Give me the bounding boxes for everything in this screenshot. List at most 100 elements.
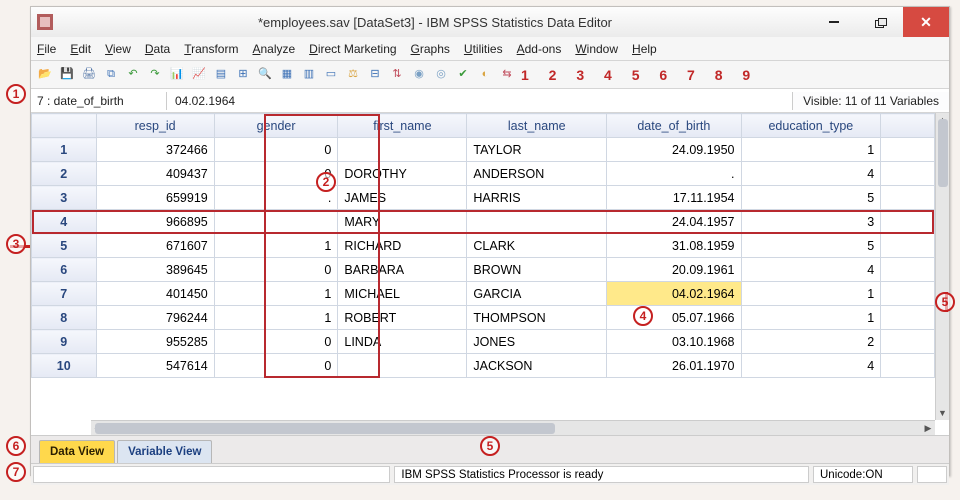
active-cell[interactable]: 04.02.1964 <box>607 282 741 306</box>
column-header-first_name[interactable]: first_name <box>338 114 467 138</box>
table-row[interactable]: 56716071RICHARDCLARK31.08.19595 <box>32 234 935 258</box>
title-bar[interactable]: *employees.sav [DataSet3] - IBM SPSS Sta… <box>31 7 949 37</box>
vertical-scrollbar[interactable]: ▲ ▼ <box>935 113 949 420</box>
table-row[interactable]: 13724660TAYLOR24.09.19501 <box>32 138 935 162</box>
data-grid[interactable]: resp_idgenderfirst_namelast_namedate_of_… <box>31 113 935 378</box>
cell-date_of_birth[interactable]: 24.09.1950 <box>607 138 741 162</box>
cell-gender[interactable]: 0 <box>214 330 338 354</box>
cell-resp_id[interactable]: 796244 <box>96 306 214 330</box>
cell-last_name[interactable]: BROWN <box>467 258 607 282</box>
cell-first_name[interactable]: BARBARA <box>338 258 467 282</box>
menu-view[interactable]: View <box>105 42 131 56</box>
goto-case-icon[interactable]: 📊 <box>169 67 185 83</box>
column-header-gender[interactable]: gender <box>214 114 338 138</box>
menu-graphs[interactable]: Graphs <box>411 42 450 56</box>
table-row[interactable]: 63896450BARBARABROWN20.09.19614 <box>32 258 935 282</box>
menu-file[interactable]: File <box>37 42 56 56</box>
cell-education_type[interactable]: 4 <box>741 162 881 186</box>
cell-gender[interactable]: 0 <box>214 138 338 162</box>
cell-last_name[interactable]: CLARK <box>467 234 607 258</box>
cell-resp_id[interactable]: 671607 <box>96 234 214 258</box>
cell-date_of_birth[interactable]: 05.07.1966 <box>607 306 741 330</box>
cell-education_type[interactable]: 2 <box>741 330 881 354</box>
horizontal-scrollbar[interactable]: ◀ ▶ <box>91 420 935 435</box>
cell-reference-value[interactable]: 04.02.1964 <box>167 92 792 110</box>
cell-reference-name[interactable]: 7 : date_of_birth <box>31 92 167 110</box>
cell-last_name[interactable]: JONES <box>467 330 607 354</box>
cell-education_type[interactable]: 1 <box>741 138 881 162</box>
select-cases-icon[interactable]: ⊟ <box>367 67 383 83</box>
minimize-button[interactable] <box>811 7 857 37</box>
menu-help[interactable]: Help <box>632 42 657 56</box>
vertical-scroll-thumb[interactable] <box>938 119 948 187</box>
cell-last_name[interactable]: ANDERSON <box>467 162 607 186</box>
cell-gender[interactable]: 1 <box>214 282 338 306</box>
cell-last_name[interactable] <box>467 210 607 234</box>
cell-first_name[interactable]: DOROTHY <box>338 162 467 186</box>
row-header[interactable]: 8 <box>32 306 97 330</box>
cell-date_of_birth[interactable]: 17.11.1954 <box>607 186 741 210</box>
close-button[interactable]: ✕ <box>903 7 949 37</box>
cell-resp_id[interactable]: 409437 <box>96 162 214 186</box>
cell-first_name[interactable] <box>338 138 467 162</box>
tab-data-view[interactable]: Data View <box>39 440 115 463</box>
cell-gender[interactable]: 0 <box>214 258 338 282</box>
menu-direct-marketing[interactable]: Direct Marketing <box>309 42 396 56</box>
table-row[interactable]: 24094370DOROTHYANDERSON.4 <box>32 162 935 186</box>
customize-toolbar-icon[interactable]: ◐ <box>477 67 493 83</box>
cell-resp_id[interactable]: 547614 <box>96 354 214 378</box>
table-row[interactable]: 105476140JACKSON26.01.19704 <box>32 354 935 378</box>
row-header[interactable]: 10 <box>32 354 97 378</box>
cell-last_name[interactable]: TAYLOR <box>467 138 607 162</box>
cell-education_type[interactable]: 1 <box>741 306 881 330</box>
value-labels-icon[interactable]: ⇅ <box>389 67 405 83</box>
goto-variable-icon[interactable]: 📈 <box>191 67 207 83</box>
column-header-last_name[interactable]: last_name <box>467 114 607 138</box>
horizontal-scroll-thumb[interactable] <box>95 423 555 434</box>
table-row[interactable]: 3659919.JAMESHARRIS17.11.19545 <box>32 186 935 210</box>
cell-date_of_birth[interactable]: 20.09.1961 <box>607 258 741 282</box>
toggle-value-labels-icon[interactable]: ⇆ <box>499 67 515 83</box>
column-header-date_of_birth[interactable]: date_of_birth <box>607 114 741 138</box>
column-header-resp_id[interactable]: resp_id <box>96 114 214 138</box>
insert-variable-icon[interactable]: ▥ <box>301 67 317 83</box>
insert-cases-icon[interactable]: ▦ <box>279 67 295 83</box>
table-row[interactable]: 4966895MARY24.04.19573 <box>32 210 935 234</box>
menu-analyze[interactable]: Analyze <box>252 42 295 56</box>
cell-date_of_birth[interactable]: . <box>607 162 741 186</box>
cell-education_type[interactable]: 3 <box>741 210 881 234</box>
menu-add-ons[interactable]: Add-ons <box>517 42 562 56</box>
menu-window[interactable]: Window <box>575 42 618 56</box>
cell-first_name[interactable] <box>338 354 467 378</box>
tab-variable-view[interactable]: Variable View <box>117 440 212 463</box>
cell-last_name[interactable]: JACKSON <box>467 354 607 378</box>
cell-last_name[interactable]: THOMPSON <box>467 306 607 330</box>
row-header[interactable]: 1 <box>32 138 97 162</box>
cell-education_type[interactable]: 4 <box>741 354 881 378</box>
cell-first_name[interactable]: ROBERT <box>338 306 467 330</box>
maximize-button[interactable] <box>857 7 903 37</box>
spell-check-icon[interactable]: ✔ <box>455 67 471 83</box>
find-icon[interactable]: 🔍 <box>257 67 273 83</box>
row-header[interactable]: 9 <box>32 330 97 354</box>
cell-gender[interactable]: 1 <box>214 306 338 330</box>
cell-last_name[interactable]: GARCIA <box>467 282 607 306</box>
table-row[interactable]: 74014501MICHAELGARCIA04.02.19641 <box>32 282 935 306</box>
cell-resp_id[interactable]: 659919 <box>96 186 214 210</box>
table-row[interactable]: 87962441ROBERTTHOMPSON05.07.19661 <box>32 306 935 330</box>
cell-gender[interactable]: . <box>214 186 338 210</box>
cell-education_type[interactable]: 4 <box>741 258 881 282</box>
row-header[interactable]: 7 <box>32 282 97 306</box>
cell-resp_id[interactable]: 955285 <box>96 330 214 354</box>
row-header[interactable]: 5 <box>32 234 97 258</box>
split-file-icon[interactable]: ▭ <box>323 67 339 83</box>
scroll-right-icon[interactable]: ▶ <box>921 421 935 435</box>
scroll-down-icon[interactable]: ▼ <box>936 406 949 420</box>
cell-first_name[interactable]: MARY <box>338 210 467 234</box>
variables-icon[interactable]: ▤ <box>213 67 229 83</box>
menu-data[interactable]: Data <box>145 42 170 56</box>
cell-gender[interactable]: 0 <box>214 354 338 378</box>
column-header-education_type[interactable]: education_type <box>741 114 881 138</box>
cell-education_type[interactable]: 1 <box>741 282 881 306</box>
weight-cases-icon[interactable]: ⚖ <box>345 67 361 83</box>
